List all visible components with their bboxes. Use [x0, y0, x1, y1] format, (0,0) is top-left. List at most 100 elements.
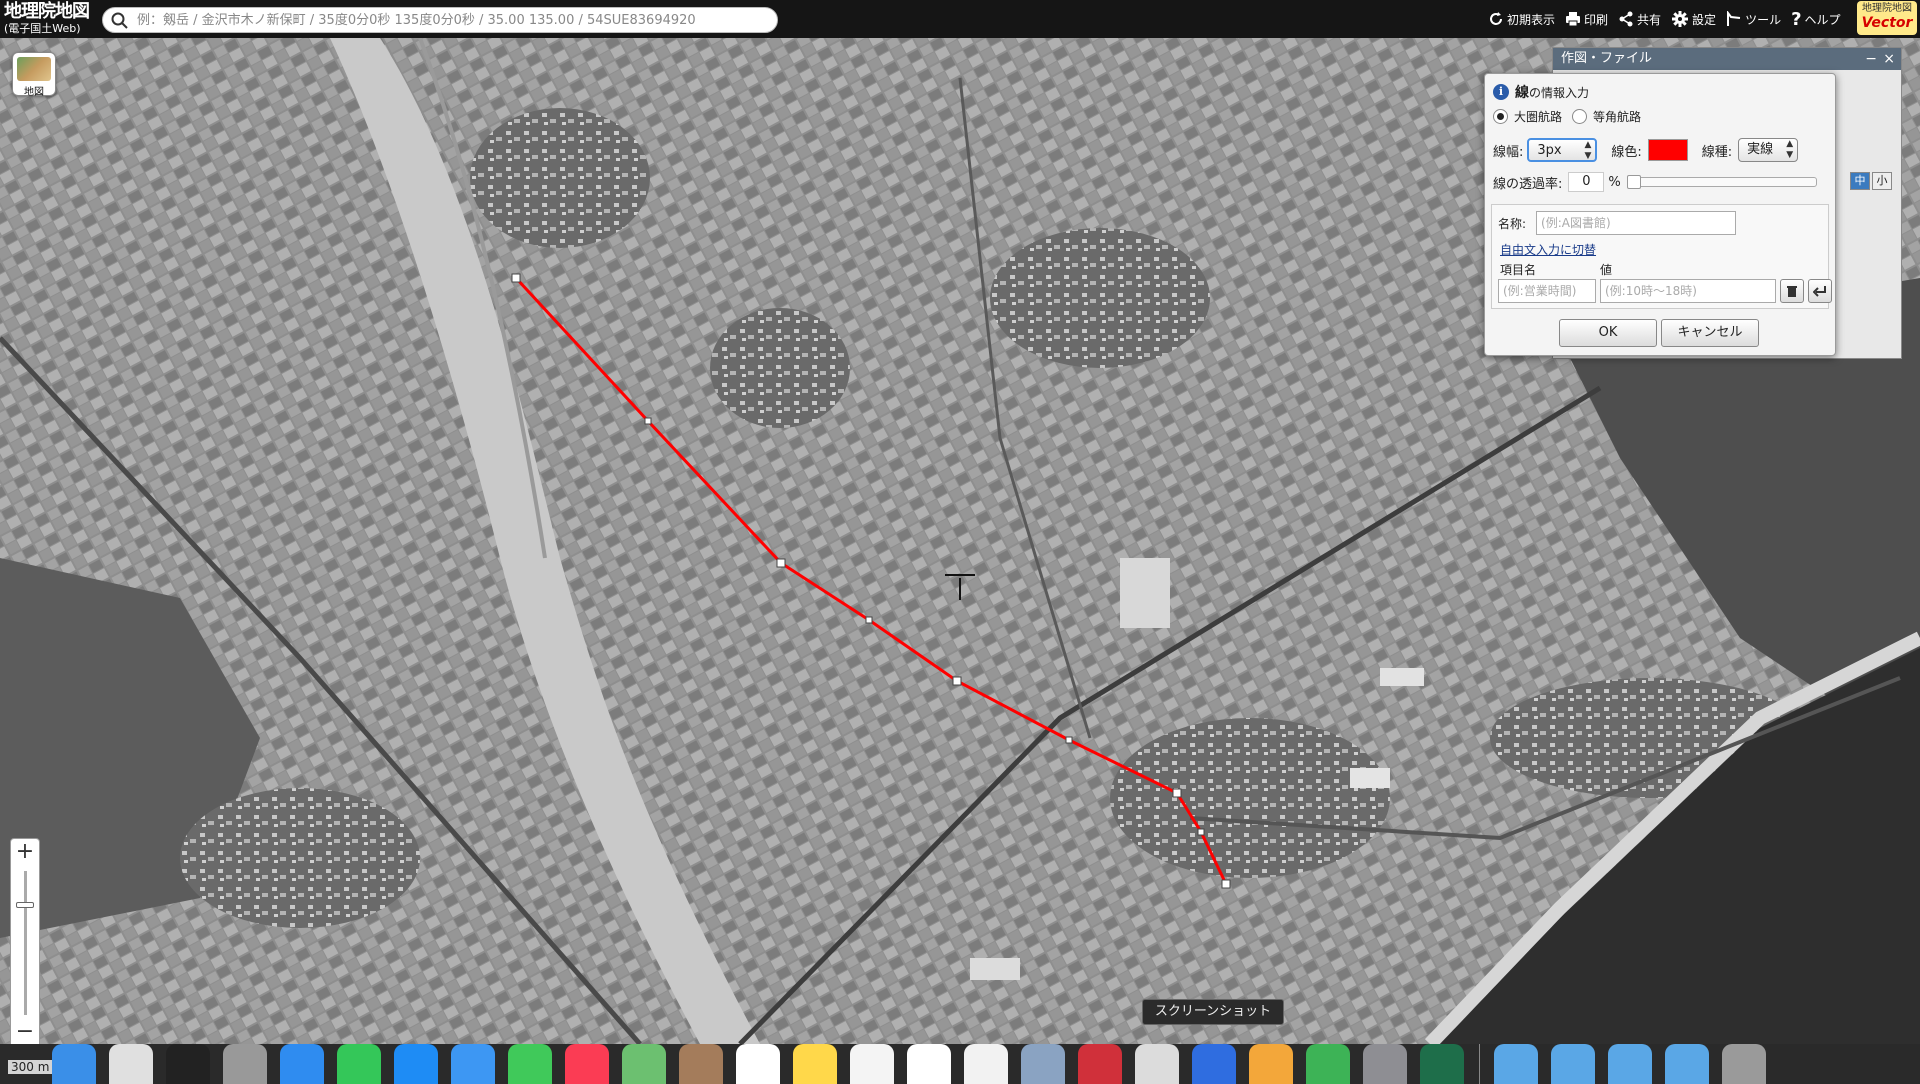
- documents-folder-icon[interactable]: [1608, 1044, 1652, 1084]
- attributes-box: 名称: (例:A図書館) 自由文入力に切替 項目名 値 (例:営業時間) (例:…: [1491, 204, 1832, 309]
- opacity-slider[interactable]: [1626, 175, 1817, 189]
- zoom-out-button[interactable]: −: [11, 1019, 39, 1044]
- photos-icon[interactable]: [964, 1044, 1008, 1084]
- name-input[interactable]: (例:A図書館): [1536, 211, 1737, 235]
- item-column-label: 項目名: [1500, 263, 1537, 277]
- zoom-slider-track[interactable]: [24, 871, 27, 1015]
- mail-icon[interactable]: [451, 1044, 495, 1084]
- search-input[interactable]: [137, 10, 767, 30]
- contacts-icon[interactable]: [679, 1044, 723, 1084]
- dialog-title: の情報入力: [1529, 85, 1590, 100]
- textedit-icon[interactable]: [850, 1044, 894, 1084]
- attr-header-row: 項目名 値: [1500, 261, 1612, 278]
- attr-input-row: (例:営業時間) (例:10時〜18時): [1498, 279, 1832, 303]
- map-layer-button[interactable]: 地図: [12, 52, 56, 98]
- appstore-icon[interactable]: [394, 1044, 438, 1084]
- ok-button[interactable]: OK: [1559, 319, 1657, 347]
- macos-dock: [52, 1044, 1882, 1084]
- folder-icon[interactable]: [1494, 1044, 1538, 1084]
- delete-row-button[interactable]: [1780, 279, 1804, 303]
- great-circle-radio[interactable]: [1493, 109, 1508, 124]
- gear-icon: [1672, 11, 1689, 27]
- line-width-label: 線幅:: [1493, 144, 1524, 160]
- cancel-button[interactable]: キャンセル: [1661, 319, 1759, 347]
- opacity-unit: %: [1608, 174, 1621, 190]
- zoom-slider-handle[interactable]: [16, 902, 34, 908]
- scale-bar: 300 m: [8, 1060, 53, 1074]
- rhumb-line-radio[interactable]: [1572, 109, 1588, 124]
- launchpad-icon[interactable]: [109, 1044, 153, 1084]
- findmy-icon[interactable]: [337, 1044, 381, 1084]
- help-icon: ?: [1791, 8, 1802, 30]
- add-row-button[interactable]: [1808, 279, 1832, 303]
- freetext-toggle-link[interactable]: 自由文入力に切替: [1500, 241, 1596, 258]
- vector-logo-top: 地理院地図: [1862, 3, 1912, 14]
- name-label: 名称:: [1498, 216, 1527, 231]
- item-name-input[interactable]: (例:営業時間): [1498, 279, 1596, 303]
- print-button[interactable]: 印刷: [1565, 11, 1608, 28]
- reset-view-button[interactable]: 初期表示: [1488, 11, 1555, 28]
- info-icon: i: [1493, 84, 1509, 100]
- name-row: 名称: (例:A図書館): [1498, 211, 1737, 235]
- screenshot-icon[interactable]: [1135, 1044, 1179, 1084]
- music-icon[interactable]: [565, 1044, 609, 1084]
- calculator-like-icon[interactable]: [166, 1044, 210, 1084]
- settings-button[interactable]: 設定: [1671, 10, 1716, 28]
- minimize-button[interactable]: −: [1865, 48, 1877, 70]
- route-options: 大圏航路 等角航路: [1493, 108, 1641, 125]
- vector-logo[interactable]: 地理院地図 Vector: [1857, 1, 1917, 35]
- size-buttons: 中 小: [1848, 172, 1892, 190]
- finder-icon[interactable]: [52, 1044, 96, 1084]
- map-layer-label: 地図: [24, 87, 44, 98]
- reset-view-label: 初期表示: [1507, 12, 1556, 27]
- rhumb-line-label: 等角航路: [1593, 110, 1642, 124]
- drawing-panel-title: 作図・ファイル: [1561, 51, 1653, 66]
- reminders-icon[interactable]: [907, 1044, 951, 1084]
- pages-icon[interactable]: [1249, 1044, 1293, 1084]
- tools-button[interactable]: ツール: [1726, 11, 1781, 28]
- drawing-panel-titlebar[interactable]: 作図・ファイル − ×: [1553, 48, 1901, 70]
- map-thumbnail-icon: [17, 57, 51, 81]
- time-machine-icon[interactable]: [1420, 1044, 1464, 1084]
- trash-icon[interactable]: [1722, 1044, 1766, 1084]
- downloads-folder-icon[interactable]: [1665, 1044, 1709, 1084]
- line-color-swatch[interactable]: [1647, 139, 1688, 161]
- opacity-input[interactable]: 0: [1568, 172, 1605, 192]
- line-color-label: 線色:: [1611, 144, 1642, 160]
- reset-view-icon: [1490, 12, 1502, 25]
- zoom-control: + −: [10, 838, 40, 1044]
- keynote-icon[interactable]: [1192, 1044, 1236, 1084]
- search-icon[interactable]: [111, 12, 129, 30]
- system-settings-icon[interactable]: [1363, 1044, 1407, 1084]
- tools-icon: [1727, 11, 1741, 26]
- size-medium-button[interactable]: 中: [1850, 172, 1870, 190]
- help-button[interactable]: ? ヘルプ: [1791, 9, 1840, 30]
- photobooth-icon[interactable]: [1078, 1044, 1122, 1084]
- share-label: 共有: [1637, 12, 1662, 27]
- numbers-icon[interactable]: [1306, 1044, 1350, 1084]
- size-small-button[interactable]: 小: [1872, 172, 1892, 190]
- calendar-icon[interactable]: [736, 1044, 780, 1084]
- calculator-icon[interactable]: [223, 1044, 267, 1084]
- select-arrows-icon: ▲ ▼: [1786, 139, 1794, 160]
- safari-icon[interactable]: [280, 1044, 324, 1084]
- line-width-select[interactable]: 3px ▲ ▼: [1527, 138, 1598, 162]
- zoom-in-button[interactable]: +: [11, 839, 39, 867]
- maps-icon[interactable]: [622, 1044, 666, 1084]
- preview-icon[interactable]: [1021, 1044, 1065, 1084]
- close-button[interactable]: ×: [1883, 48, 1895, 70]
- applications-folder-icon[interactable]: [1551, 1044, 1595, 1084]
- line-width-value: 3px: [1537, 143, 1562, 158]
- print-label: 印刷: [1584, 12, 1609, 27]
- messages-icon[interactable]: [508, 1044, 552, 1084]
- item-value-input[interactable]: (例:10時〜18時): [1600, 279, 1776, 303]
- line-type-select[interactable]: 実線 ▲ ▼: [1738, 138, 1799, 162]
- share-button[interactable]: 共有: [1618, 11, 1661, 28]
- tools-label: ツール: [1745, 12, 1782, 27]
- opacity-slider-handle[interactable]: [1626, 175, 1641, 189]
- site-logo[interactable]: 地理院地図 (電子国土Web): [4, 3, 90, 35]
- notes-icon[interactable]: [793, 1044, 837, 1084]
- printer-icon: [1566, 12, 1581, 27]
- dialog-header: i 線 の情報入力: [1493, 82, 1589, 102]
- vector-logo-bottom: Vector: [1861, 15, 1913, 31]
